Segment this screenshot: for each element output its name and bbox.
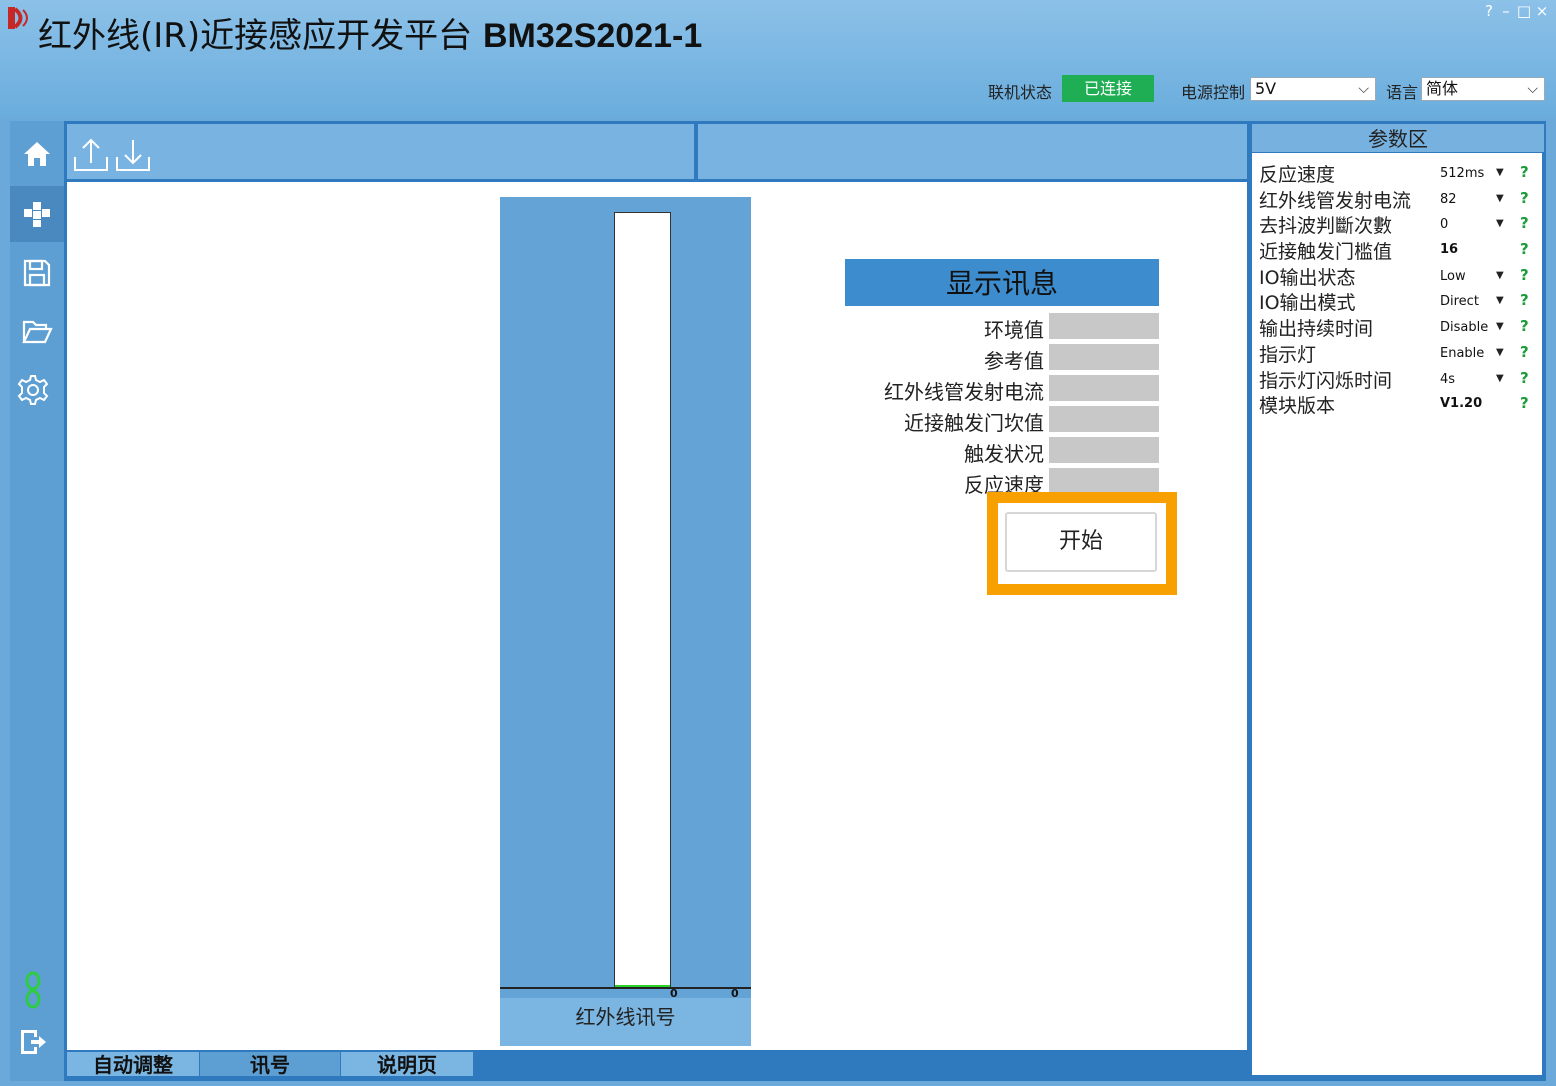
- param-label: 近接触发门槛值: [1259, 241, 1393, 263]
- ambient-value-label: 环境值: [984, 318, 1044, 342]
- app-logo-icon: [8, 7, 28, 29]
- help-icon[interactable]: ?: [1520, 317, 1529, 335]
- param-label: IO输出状态: [1259, 267, 1356, 289]
- minimize-button[interactable]: –: [1497, 2, 1515, 20]
- gauge-tube: [614, 212, 671, 988]
- nav-settings[interactable]: [6, 362, 60, 418]
- chevron-down-icon: ⌵: [1527, 81, 1538, 97]
- gauge-label: 红外线讯号: [500, 998, 751, 1046]
- param-label: 指示灯闪烁时间: [1259, 370, 1393, 392]
- help-icon[interactable]: ?: [1520, 369, 1529, 387]
- app-title: 红外线(IR)近接感应开发平台 BM32S2021-1: [38, 8, 702, 57]
- param-label: 红外线管发射电流: [1259, 190, 1412, 212]
- help-icon[interactable]: ?: [1520, 394, 1529, 412]
- param-label: 反应速度: [1259, 164, 1336, 186]
- help-icon[interactable]: ?: [1520, 214, 1529, 232]
- maximize-button[interactable]: □: [1515, 2, 1533, 20]
- chevron-down-icon[interactable]: ▼: [1496, 373, 1504, 384]
- modules-icon: [24, 202, 50, 227]
- chevron-down-icon[interactable]: ▼: [1496, 167, 1504, 178]
- param-value-select[interactable]: 4s: [1440, 372, 1455, 387]
- folder-open-icon: [22, 320, 53, 344]
- chevron-down-icon[interactable]: ▼: [1496, 295, 1504, 306]
- trigger-status-label: 触发状况: [964, 442, 1044, 466]
- param-value-input[interactable]: 16: [1440, 242, 1458, 257]
- proximity-threshold-field: [1049, 406, 1159, 432]
- language-value: 简体: [1426, 79, 1459, 98]
- upload-icon[interactable]: [72, 137, 110, 173]
- save-icon: [23, 259, 51, 287]
- help-icon[interactable]: ?: [1520, 343, 1529, 361]
- start-button[interactable]: 开始: [1005, 512, 1157, 572]
- ambient-value-field: [1049, 313, 1159, 339]
- download-icon[interactable]: [114, 137, 152, 173]
- help-window-button[interactable]: ?: [1480, 2, 1498, 20]
- chevron-down-icon[interactable]: ▼: [1496, 321, 1504, 332]
- reference-value-field: [1049, 344, 1159, 370]
- module-version-value: V1.20: [1440, 396, 1483, 411]
- chevron-down-icon: ⌵: [1358, 81, 1369, 97]
- nav-modules[interactable]: [10, 186, 64, 242]
- trigger-status-field: [1049, 437, 1159, 463]
- param-value-select[interactable]: 82: [1440, 192, 1457, 207]
- help-icon[interactable]: ?: [1520, 291, 1529, 309]
- connection-status-badge: 已连接: [1062, 75, 1154, 102]
- link-icon: [25, 971, 41, 1009]
- param-label: 模块版本: [1259, 395, 1336, 417]
- param-value-select[interactable]: Direct: [1440, 294, 1479, 309]
- toolbar-secondary: [698, 124, 1247, 179]
- param-label: 指示灯: [1259, 344, 1317, 366]
- param-value-select[interactable]: Low: [1440, 269, 1466, 284]
- parameter-panel-title: 参数区: [1252, 124, 1544, 152]
- tab-signal[interactable]: 讯号: [200, 1052, 340, 1077]
- toolbar: [67, 124, 694, 179]
- nav-home[interactable]: [10, 126, 64, 182]
- language-select[interactable]: 简体 ⌵: [1421, 77, 1545, 101]
- chevron-down-icon[interactable]: ▼: [1496, 347, 1504, 358]
- tab-auto-adjust[interactable]: 自动调整: [67, 1052, 199, 1077]
- param-label: IO输出模式: [1259, 292, 1356, 314]
- app-model: BM32S2021-1: [483, 17, 703, 55]
- chevron-down-icon[interactable]: ▼: [1496, 193, 1504, 204]
- param-label: 输出持续时间: [1259, 318, 1374, 340]
- help-icon[interactable]: ?: [1520, 240, 1529, 258]
- param-value-select[interactable]: Enable: [1440, 346, 1484, 361]
- home-icon: [24, 142, 50, 166]
- ir-current-field: [1049, 375, 1159, 401]
- chevron-down-icon[interactable]: ▼: [1496, 218, 1504, 229]
- tab-help-page[interactable]: 说明页: [341, 1052, 473, 1077]
- power-control-value: 5V: [1255, 79, 1277, 98]
- proximity-threshold-label: 近接触发门坎值: [904, 411, 1044, 435]
- response-speed-field: [1049, 468, 1159, 494]
- help-icon[interactable]: ?: [1520, 163, 1529, 181]
- param-value-select[interactable]: 512ms: [1440, 166, 1484, 181]
- reference-value-label: 参考值: [984, 349, 1044, 373]
- language-label: 语言: [1386, 83, 1419, 102]
- connection-status-label: 联机状态: [988, 83, 1053, 102]
- gear-icon: [17, 375, 49, 405]
- help-icon[interactable]: ?: [1520, 266, 1529, 284]
- connection-link[interactable]: [6, 962, 60, 1018]
- nav-open[interactable]: [10, 304, 64, 360]
- app-title-text: 红外线(IR)近接感应开发平台: [38, 16, 473, 56]
- nav-save[interactable]: [10, 245, 64, 301]
- power-control-label: 电源控制: [1181, 83, 1246, 102]
- display-info-title: 显示讯息: [845, 259, 1159, 306]
- exit-icon: [21, 1030, 46, 1054]
- gauge-axis: [500, 987, 751, 989]
- param-label: 去抖波判斷次數: [1259, 215, 1393, 237]
- ir-current-label: 红外线管发射电流: [884, 380, 1044, 404]
- nav-exit[interactable]: [6, 1014, 60, 1070]
- close-button[interactable]: ×: [1533, 2, 1551, 20]
- param-value-select[interactable]: Disable: [1440, 320, 1488, 335]
- help-icon[interactable]: ?: [1520, 189, 1529, 207]
- param-value-select[interactable]: 0: [1440, 217, 1448, 232]
- power-control-select[interactable]: 5V ⌵: [1250, 77, 1376, 101]
- chevron-down-icon[interactable]: ▼: [1496, 270, 1504, 281]
